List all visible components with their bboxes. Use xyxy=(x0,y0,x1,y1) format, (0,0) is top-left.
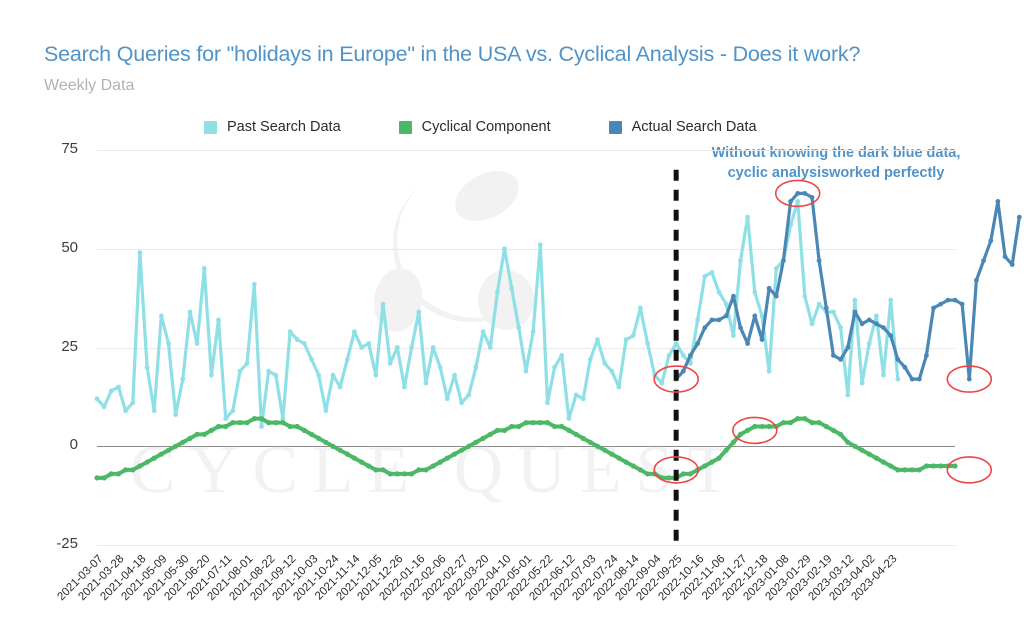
x-axis: 2021-03-07 2021-03-28 2021-04-18 2021-05-09… xyxy=(0,0,1024,636)
chart-page: CYCLE QUEST Search Queries for "holidays… xyxy=(0,0,1024,636)
